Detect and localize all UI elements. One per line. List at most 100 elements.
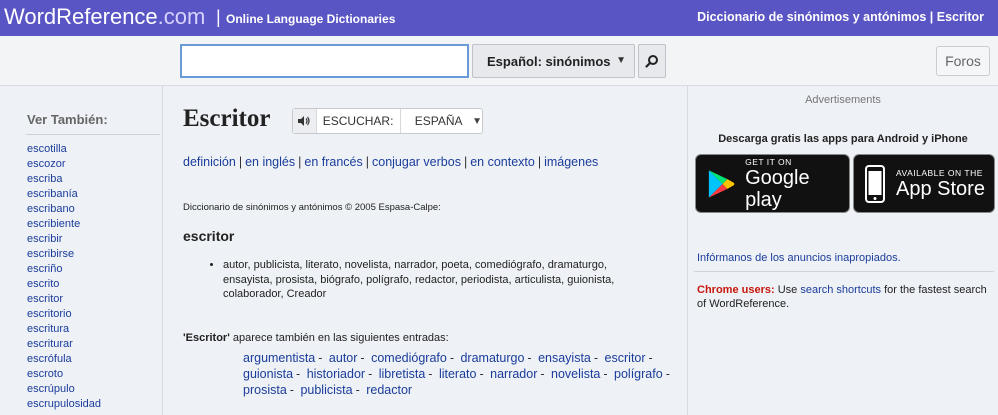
sidebar-item: escribir <box>27 232 101 247</box>
entry-separator: - <box>355 383 360 397</box>
entry-link[interactable]: libretista <box>379 367 426 381</box>
sidebar-link[interactable]: escribano <box>27 203 75 215</box>
entry-separator: - <box>318 351 323 365</box>
accent-caret-icon[interactable]: ▼ <box>472 116 482 127</box>
related-link[interactable]: en contexto <box>470 155 535 169</box>
report-ads-link[interactable]: Infórmanos de los anuncios inapropiados. <box>697 252 901 264</box>
sidebar-item: escritura <box>27 322 101 337</box>
app-store-small-text: AVAILABLE ON THE <box>896 167 983 178</box>
brand-main[interactable]: WordReference <box>4 4 158 29</box>
sidebar-link[interactable]: escritor <box>27 293 63 305</box>
related-link[interactable]: en inglés <box>245 155 295 169</box>
site-logo[interactable]: WordReference.com <box>4 4 205 30</box>
search-button[interactable] <box>638 44 666 78</box>
app-store-badge[interactable]: AVAILABLE ON THE App Store <box>853 154 995 213</box>
sidebar-link[interactable]: escriño <box>27 263 62 275</box>
entry-link[interactable]: argumentista <box>243 351 315 365</box>
dictionary-select[interactable]: Español: sinónimos ▼ <box>472 44 635 78</box>
sidebar-link[interactable]: escroto <box>27 368 63 380</box>
entry-link[interactable]: dramaturgo <box>460 351 524 365</box>
sidebar-item: escribiente <box>27 217 101 232</box>
link-separator: | <box>298 155 302 169</box>
related-link[interactable]: en francés <box>304 155 362 169</box>
also-word: 'Escritor' <box>183 332 230 344</box>
sidebar-link[interactable]: escrúpulo <box>27 383 75 395</box>
related-link[interactable]: definición <box>183 155 236 169</box>
related-link[interactable]: conjugar verbos <box>372 155 461 169</box>
entry-separator: - <box>593 351 599 365</box>
sidebar-link[interactable]: escozor <box>27 158 66 170</box>
synonym-line: autor, publicista, literato, novelista, … <box>223 259 607 271</box>
entry-link[interactable]: redactor <box>366 383 412 397</box>
sidebar-link[interactable]: escrito <box>27 278 59 290</box>
entry-link[interactable]: comediógrafo <box>371 351 447 365</box>
entry-link[interactable]: literato <box>439 367 477 381</box>
brand-separator: | <box>216 7 221 27</box>
sidebar-link[interactable]: escotilla <box>27 143 67 155</box>
dropdown-caret-icon: ▼ <box>616 55 626 66</box>
search-shortcuts-link[interactable]: search shortcuts <box>800 284 881 296</box>
speaker-button[interactable] <box>293 109 317 133</box>
brand-com[interactable]: .com <box>158 4 206 29</box>
google-play-icon <box>708 169 735 198</box>
foros-button[interactable]: Foros <box>936 46 990 76</box>
entry-separator: - <box>296 367 301 381</box>
synonym-line: colaborador, Creador <box>223 288 327 300</box>
entry-link[interactable]: novelista <box>551 367 600 381</box>
accent-select[interactable]: ESPAÑA <box>401 109 468 133</box>
main-content: Escritor ESCUCHAR: ESPAÑA ▼ definición | e… <box>163 86 687 415</box>
google-play-small-text: GET IT ON <box>745 156 792 167</box>
entry-link[interactable]: escritor <box>605 351 646 365</box>
entry-link[interactable]: narrador <box>490 367 537 381</box>
sidebar-link[interactable]: escritorio <box>27 308 72 320</box>
search-input[interactable] <box>180 44 469 78</box>
entry-link[interactable]: prosista <box>243 383 287 397</box>
entry-separator: - <box>449 351 454 365</box>
sidebar-link[interactable]: escriba <box>27 173 62 185</box>
ads-column: Advertisements Descarga gratis las apps … <box>687 86 998 415</box>
sidebar-link[interactable]: escribanía <box>27 188 78 200</box>
sidebar-link[interactable]: escriturar <box>27 338 73 350</box>
entry-link[interactable]: guionista <box>243 367 293 381</box>
sidebar: Ver También: escotilla escozor escriba escr… <box>0 86 163 415</box>
entry-link[interactable]: autor <box>329 351 358 365</box>
app-promo-text: Descarga gratis las apps para Android y … <box>718 133 968 145</box>
site-tagline: Online Language Dictionaries <box>226 12 396 26</box>
sidebar-item: escozor <box>27 157 101 172</box>
synonym-line: ensayista, prosista, biógrafo, polígrafo… <box>223 273 615 286</box>
sidebar-item: escrupulosidad <box>27 397 101 412</box>
synonym-item: autor, publicista, literato, novelista, … <box>223 258 663 302</box>
entry-link[interactable]: polígrafo <box>614 367 663 381</box>
sidebar-item: escritorio <box>27 307 101 322</box>
sidebar-link[interactable]: escrupulosidad <box>27 398 101 410</box>
related-link[interactable]: imágenes <box>544 155 598 169</box>
sidebar-link[interactable]: escrófula <box>27 353 72 365</box>
listen-control: ESCUCHAR: ESPAÑA ▼ <box>292 108 483 134</box>
headword: escritor <box>183 228 235 244</box>
entry-separator: - <box>665 367 670 381</box>
sidebar-item: escribirse <box>27 247 101 262</box>
entry-link[interactable]: historiador <box>307 367 365 381</box>
sidebar-link[interactable]: escribirse <box>27 248 74 260</box>
page-title: Escritor <box>183 105 271 132</box>
entry-separator: - <box>527 351 532 365</box>
entry-separator: - <box>368 367 373 381</box>
ads-label: Advertisements <box>805 94 881 106</box>
link-separator: | <box>463 155 468 169</box>
google-play-badge[interactable]: GET IT ON Google play <box>695 154 850 213</box>
link-separator: | <box>365 155 369 169</box>
sidebar-title: Ver También: <box>27 112 108 127</box>
sidebar-item: escotilla <box>27 142 101 157</box>
entry-separator: - <box>289 383 294 397</box>
entry-link[interactable]: ensayista <box>538 351 591 365</box>
accent-select-value: ESPAÑA <box>414 114 463 128</box>
also-entries: argumentista - autor - comediógrafo - drama… <box>243 350 673 398</box>
sidebar-link[interactable]: escritura <box>27 323 69 335</box>
sidebar-item: escriturar <box>27 337 101 352</box>
link-separator: | <box>238 155 243 169</box>
iphone-icon <box>865 164 885 203</box>
link-separator: | <box>537 155 542 169</box>
entry-link[interactable]: publicista <box>300 383 352 397</box>
sidebar-link[interactable]: escribiente <box>27 218 80 230</box>
sidebar-link[interactable]: escribir <box>27 233 62 245</box>
